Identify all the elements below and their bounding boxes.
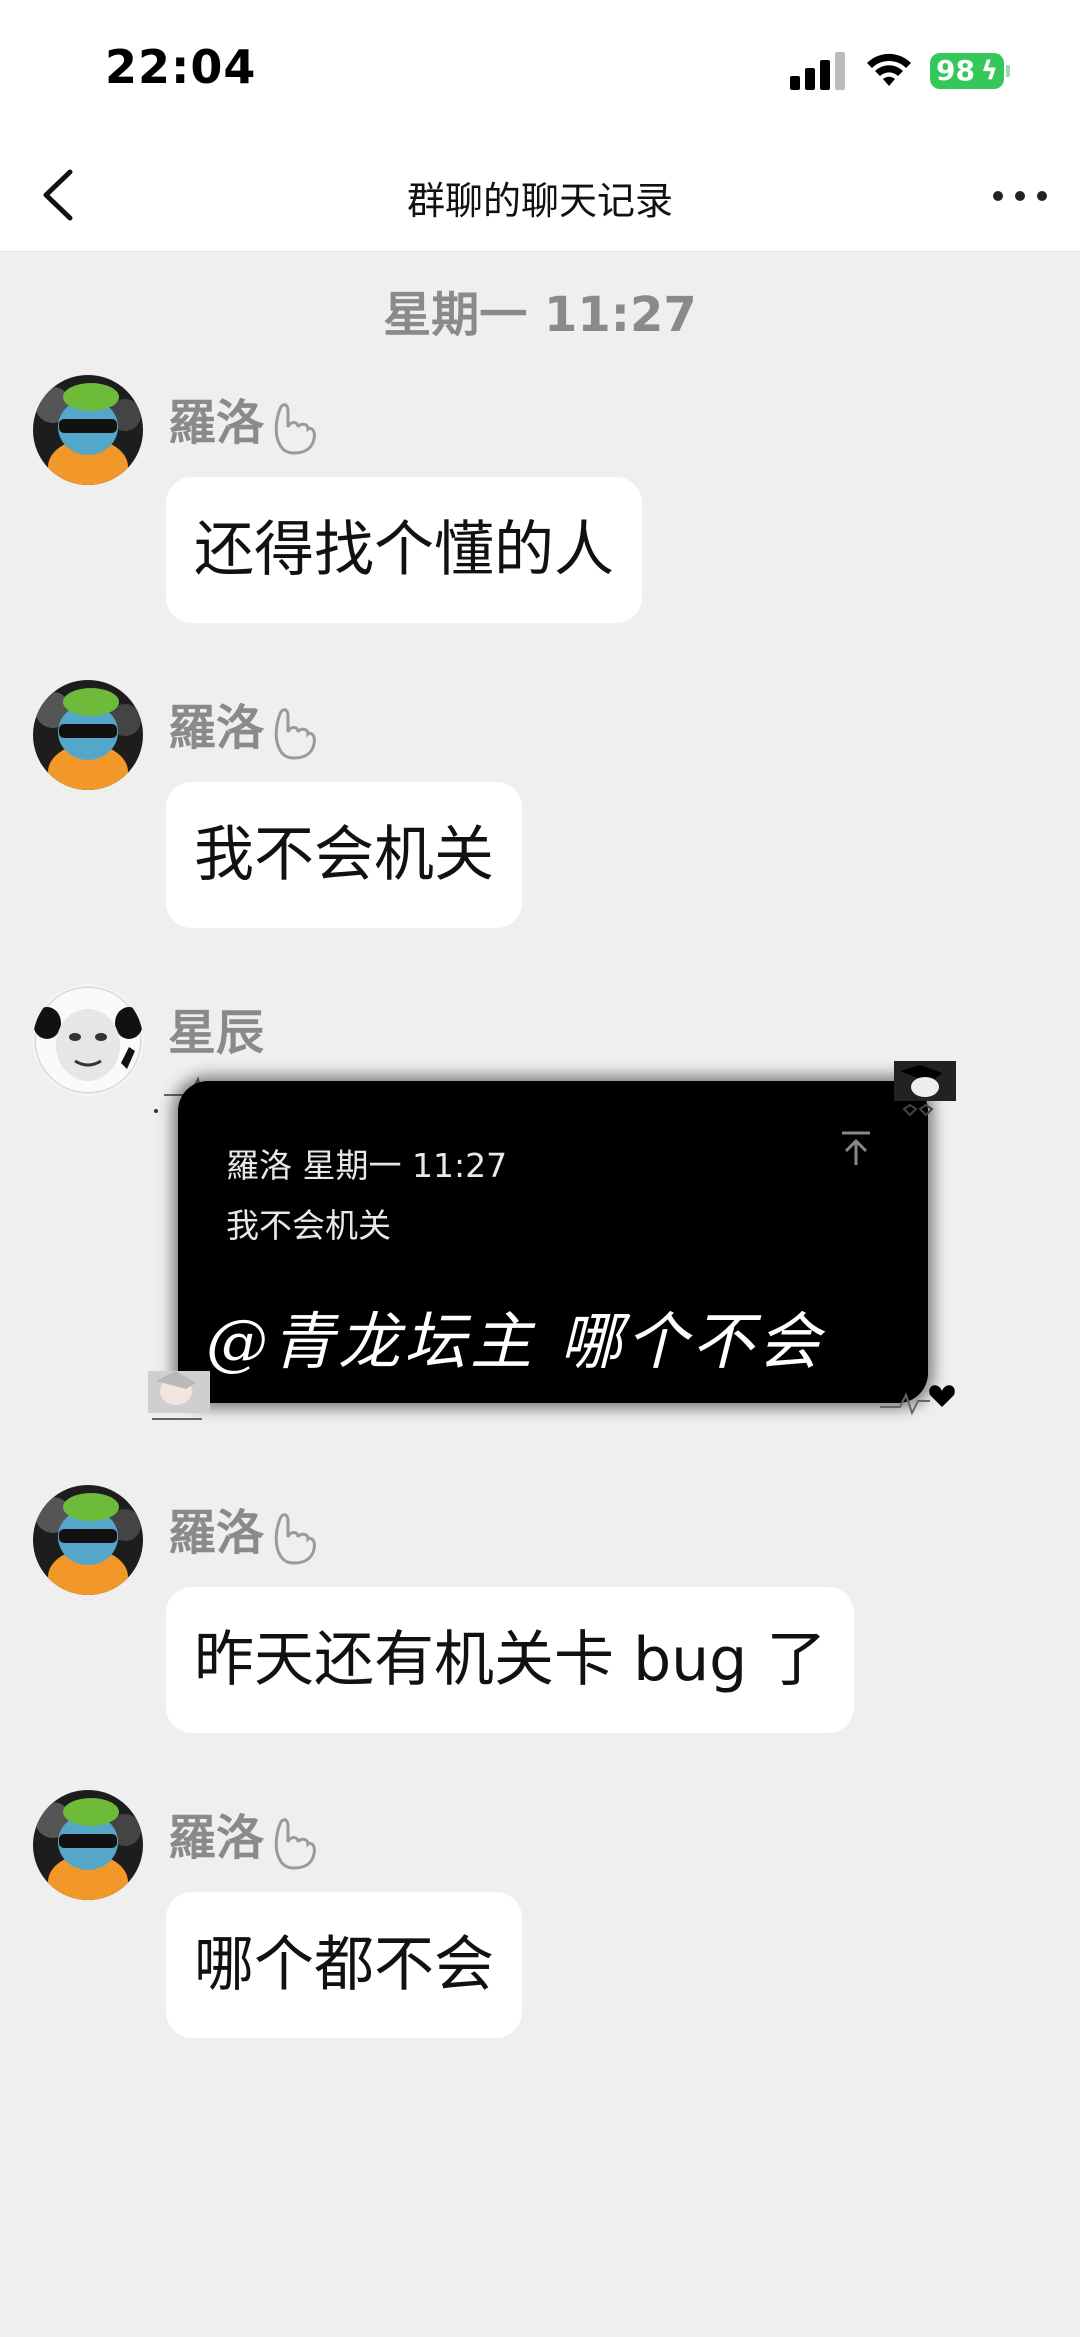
status-bar: 22:04 98 ϟ xyxy=(0,0,1080,140)
avatar[interactable] xyxy=(33,985,143,1095)
avatar[interactable] xyxy=(33,375,143,485)
message-bubble[interactable]: 还得找个懂的人 xyxy=(166,477,642,623)
card-body: 羅洛 星期一 11:27 我不会机关 @青龙坛主 哪个不会 xyxy=(178,1081,928,1403)
sender-name: 羅洛 xyxy=(168,1798,320,1872)
avatar[interactable] xyxy=(33,680,143,790)
sender-name: 羅洛 xyxy=(168,383,320,457)
chat-timestamp: 星期一 11:27 xyxy=(383,287,697,343)
wifi-icon xyxy=(867,53,911,86)
quote-meta: 羅洛 星期一 11:27 xyxy=(226,1146,508,1185)
avatar[interactable] xyxy=(33,1790,143,1900)
sender-name: 羅洛 xyxy=(168,688,320,762)
sender-name: 羅洛 xyxy=(168,1493,320,1567)
quote-card[interactable]: 羅洛 星期一 11:27 我不会机关 @青龙坛主 哪个不会 xyxy=(148,1061,960,1425)
page-title: 群聊的聊天记录 xyxy=(406,179,673,223)
anime-sticker-icon xyxy=(894,1061,956,1117)
anime-sticker-icon xyxy=(148,1371,210,1420)
pin-top-icon[interactable] xyxy=(838,1129,874,1169)
nav-bar: 群聊的聊天记录 xyxy=(0,140,1080,252)
sender-name: 星辰 xyxy=(168,1005,265,1061)
charging-bolt-icon: ϟ xyxy=(980,56,998,86)
quoted-text: 我不会机关 xyxy=(226,1206,391,1245)
battery-icon: 98 ϟ xyxy=(930,53,1010,89)
hand-badge-icon xyxy=(274,403,316,455)
status-time: 22:04 xyxy=(105,40,257,94)
card-message-text: @青龙坛主 哪个不会 xyxy=(206,1305,824,1378)
cellular-signal-icon xyxy=(790,52,848,90)
hand-badge-icon xyxy=(274,1818,316,1870)
chevron-left-icon[interactable] xyxy=(30,162,90,228)
hand-badge-icon xyxy=(274,1513,316,1565)
message-bubble[interactable]: 哪个都不会 xyxy=(166,1892,522,2038)
avatar[interactable] xyxy=(33,1485,143,1595)
more-dots-icon[interactable] xyxy=(988,168,1052,224)
heart-icon xyxy=(880,1385,955,1416)
message-bubble[interactable]: 我不会机关 xyxy=(166,782,522,928)
battery-level: 98 xyxy=(936,54,975,87)
message-bubble[interactable]: 昨天还有机关卡 bug 了 xyxy=(166,1587,855,1733)
hand-badge-icon xyxy=(274,708,316,760)
